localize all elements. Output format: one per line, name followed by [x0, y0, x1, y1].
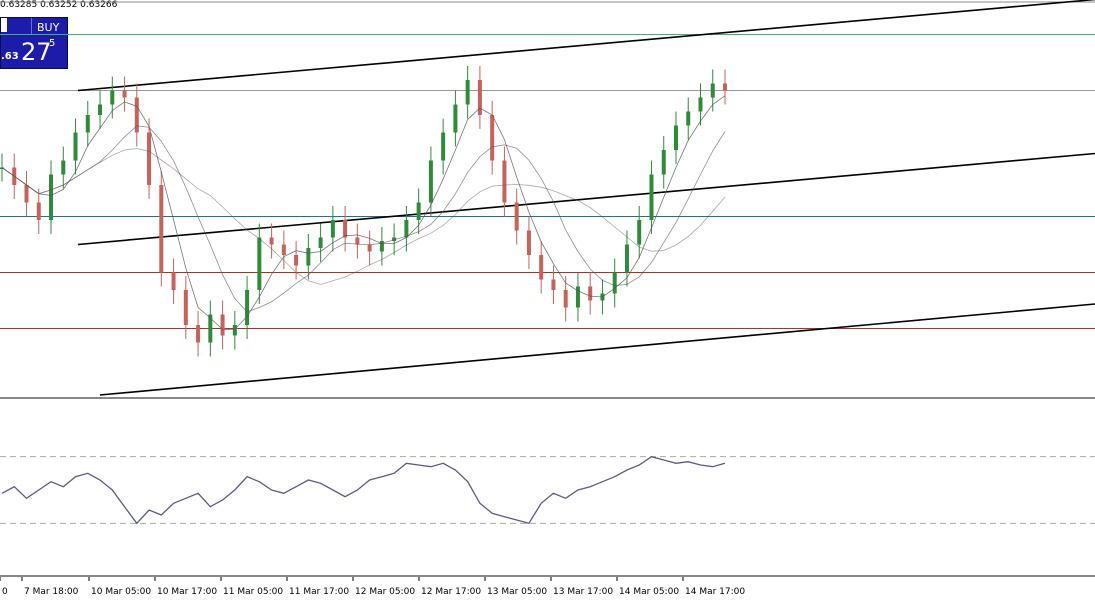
candle-body: [551, 279, 556, 290]
x-tick-label: 13 Mar 05:00: [487, 587, 547, 597]
x-tick-label: 11 Mar 17:00: [289, 587, 349, 597]
candle-body: [355, 237, 360, 245]
candle-body: [85, 115, 90, 133]
candle-body: [710, 83, 715, 98]
candle-body: [502, 160, 507, 203]
candle-body: [649, 174, 654, 220]
lower-channel[interactable]: [99, 303, 1095, 396]
candle-body: [183, 290, 188, 325]
candle-body: [306, 248, 311, 266]
candle-body: [428, 160, 433, 203]
rsi-line: [1, 455, 726, 525]
x-tick-label: 10 Mar 17:00: [157, 587, 217, 597]
x-tick-label: 13 Mar 17:00: [553, 587, 613, 597]
candle-body: [269, 237, 274, 245]
candle-body: [416, 202, 421, 220]
x-tick-label: 12 Mar 17:00: [421, 587, 481, 597]
candle-body: [514, 202, 519, 231]
candle-body: [588, 286, 593, 301]
candle-body: [49, 174, 54, 220]
candle-body: [404, 220, 409, 238]
chart-canvas[interactable]: 0 7 Mar 18:00 10 Mar 05:00 10 Mar 17:00 11 M…: [0, 0, 1095, 600]
candle-body: [624, 244, 629, 273]
candle-body: [98, 104, 103, 115]
candle-body: [73, 132, 78, 161]
upper-channel[interactable]: [77, 0, 1095, 92]
x-tick-label: 12 Mar 05:00: [355, 587, 415, 597]
candle-body: [220, 314, 225, 336]
candle-body: [526, 230, 531, 255]
x-tick-label: 14 Mar 17:00: [685, 587, 745, 597]
candle-body: [147, 132, 152, 185]
candle-body: [36, 202, 41, 220]
candle-body: [61, 160, 66, 175]
candle-body: [330, 220, 335, 238]
candle-body: [465, 80, 470, 105]
candle-body: [196, 325, 201, 343]
candle-body: [24, 185, 29, 203]
candle-body: [686, 111, 691, 126]
middle-channel[interactable]: [77, 152, 1095, 246]
candle-body: [171, 272, 176, 290]
x-tick-label: 7 Mar 18:00: [24, 587, 79, 597]
candle-body: [637, 220, 642, 245]
candle-body: [281, 244, 286, 255]
candle-body: [159, 185, 164, 273]
candle-body: [367, 244, 372, 252]
x-tick-label: 0: [2, 587, 8, 597]
candle-body: [490, 115, 495, 161]
candle-body: [723, 83, 727, 91]
candle-body: [661, 150, 666, 175]
candle-body: [539, 255, 544, 280]
candle-body: [453, 104, 458, 133]
moving-average-line: [1, 95, 726, 330]
candle-body: [698, 97, 703, 112]
candle-body: [318, 237, 323, 248]
candle-body: [245, 290, 250, 325]
x-tick-label: 14 Mar 05:00: [619, 587, 679, 597]
x-tick-label: 10 Mar 05:00: [91, 587, 151, 597]
candle-body: [343, 220, 348, 238]
candle-body: [232, 325, 237, 336]
candle-body: [612, 272, 617, 294]
candle-body: [110, 90, 115, 105]
candle-body: [208, 314, 213, 343]
candle-body: [441, 132, 446, 161]
candle-body: [257, 237, 262, 290]
candle-body: [673, 125, 678, 150]
candle-body: [122, 90, 127, 98]
candle-body: [294, 255, 299, 266]
x-tick-label: 11 Mar 05:00: [223, 587, 283, 597]
candle-body: [563, 290, 568, 308]
